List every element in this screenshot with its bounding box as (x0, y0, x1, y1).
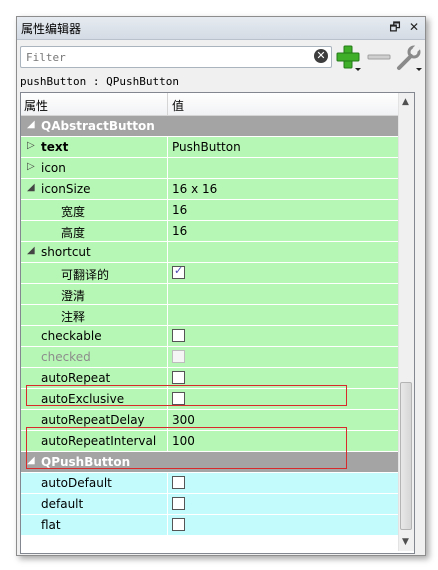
header-separator[interactable] (167, 93, 168, 115)
property-name: 可翻译的 (61, 268, 110, 282)
name-cell: flat (21, 515, 168, 535)
highlight-autorepeat-delay-interval (26, 427, 347, 469)
property-name: default (41, 497, 84, 511)
property-checkbox[interactable] (172, 264, 185, 279)
property-checkbox[interactable] (172, 476, 185, 489)
property-value[interactable]: 16 x 16 (172, 182, 217, 196)
clear-filter-icon[interactable]: ✕ (314, 49, 328, 63)
collapse-arrow-icon[interactable]: ◢ (27, 119, 35, 130)
close-icon[interactable]: ✕ (406, 19, 422, 35)
property-row[interactable]: default (21, 494, 410, 515)
vertical-scrollbar[interactable]: ▲ ▼ (398, 93, 414, 551)
property-name: 注释 (61, 310, 86, 324)
property-value[interactable]: PushButton (172, 140, 241, 154)
property-value[interactable]: 16 (172, 224, 187, 238)
minus-icon[interactable] (367, 44, 391, 70)
float-window-icon[interactable]: 🗗 (387, 19, 403, 35)
scroll-down-icon[interactable]: ▼ (402, 537, 409, 547)
property-row[interactable]: 宽度 16 (21, 200, 410, 221)
property-row[interactable]: 注释 (21, 305, 410, 326)
window-title: 属性编辑器 (21, 22, 82, 36)
expand-arrow-icon[interactable]: ▷ (27, 161, 35, 172)
property-row[interactable]: autoDefault (21, 473, 410, 494)
collapse-arrow-icon[interactable]: ◢ (27, 182, 35, 193)
highlight-autorepeat (26, 385, 347, 406)
property-rows: ◢ QAbstractButton ▷ text PushButton ▷ icon ◢ ico… (21, 116, 410, 536)
name-cell: default (21, 494, 168, 514)
title-bar[interactable]: 属性编辑器 🗗 ✕ (17, 17, 425, 40)
property-name: autoRepeatDelay (41, 413, 145, 427)
property-checkbox (172, 350, 185, 363)
filter-box: ✕ (20, 46, 332, 68)
name-cell: ▷ icon (21, 158, 168, 178)
property-name: checked (41, 350, 91, 364)
property-name: autoDefault (41, 476, 112, 490)
filter-input[interactable] (24, 48, 308, 66)
tree-header: 属性 值 (21, 93, 410, 116)
property-row[interactable]: 澄清 (21, 284, 410, 305)
toolbar: ✕ (17, 40, 425, 74)
name-cell: checkable (21, 326, 168, 346)
property-row[interactable]: ▷ text PushButton (21, 137, 410, 158)
property-row[interactable]: 可翻译的 (21, 263, 410, 284)
property-name: icon (41, 161, 66, 175)
name-cell: 宽度 (21, 200, 168, 220)
property-name: checkable (41, 329, 102, 343)
name-cell: 澄清 (21, 284, 168, 304)
property-name: 宽度 (61, 205, 86, 219)
property-name: shortcut (41, 245, 91, 259)
name-cell: 高度 (21, 221, 168, 241)
scroll-thumb[interactable] (400, 382, 412, 530)
property-checkbox[interactable] (172, 497, 185, 510)
property-name: autoRepeat (41, 371, 111, 385)
property-name: text (41, 140, 69, 154)
name-cell: checked (21, 347, 168, 367)
header-value[interactable]: 值 (172, 97, 184, 114)
property-row[interactable]: ◢ iconSize 16 x 16 (21, 179, 410, 200)
group-row[interactable]: ◢ QAbstractButton (21, 116, 410, 137)
name-cell: autoDefault (21, 473, 168, 493)
property-checkbox[interactable] (172, 371, 185, 384)
green-plus-icon[interactable] (335, 44, 363, 72)
property-checkbox[interactable] (172, 518, 185, 531)
property-checkbox[interactable] (172, 329, 185, 342)
property-row[interactable]: flat (21, 515, 410, 536)
property-row[interactable]: checkable (21, 326, 410, 347)
property-row[interactable]: ▷ icon (21, 158, 410, 179)
name-cell: 可翻译的 (21, 263, 168, 283)
property-name: flat (41, 518, 61, 532)
scroll-up-icon[interactable]: ▲ (402, 97, 409, 107)
property-value[interactable]: 300 (172, 413, 195, 427)
name-cell: ◢ iconSize (21, 179, 168, 199)
property-editor-window: 属性编辑器 🗗 ✕ ✕ (16, 16, 426, 556)
name-cell: ◢ shortcut (21, 242, 168, 262)
wrench-icon[interactable] (395, 44, 423, 72)
header-property[interactable]: 属性 (24, 97, 48, 114)
property-name: 澄清 (61, 289, 86, 303)
property-name: iconSize (41, 182, 91, 196)
name-cell: ◢ QAbstractButton (21, 116, 410, 136)
property-row[interactable]: 高度 16 (21, 221, 410, 242)
property-name: QAbstractButton (41, 119, 155, 133)
object-class-label: pushButton : QPushButton (20, 75, 179, 88)
collapse-arrow-icon[interactable]: ◢ (27, 245, 35, 256)
name-cell: 注释 (21, 305, 168, 325)
property-row[interactable]: checked (21, 347, 410, 368)
property-tree: 属性 值 ◢ QAbstractButton ▷ text PushButton ▷ ico… (20, 92, 415, 554)
property-name: 高度 (61, 226, 86, 240)
name-cell: ▷ text (21, 137, 168, 157)
property-value[interactable]: 16 (172, 203, 187, 217)
property-row[interactable]: ◢ shortcut (21, 242, 410, 263)
expand-arrow-icon[interactable]: ▷ (27, 140, 35, 151)
